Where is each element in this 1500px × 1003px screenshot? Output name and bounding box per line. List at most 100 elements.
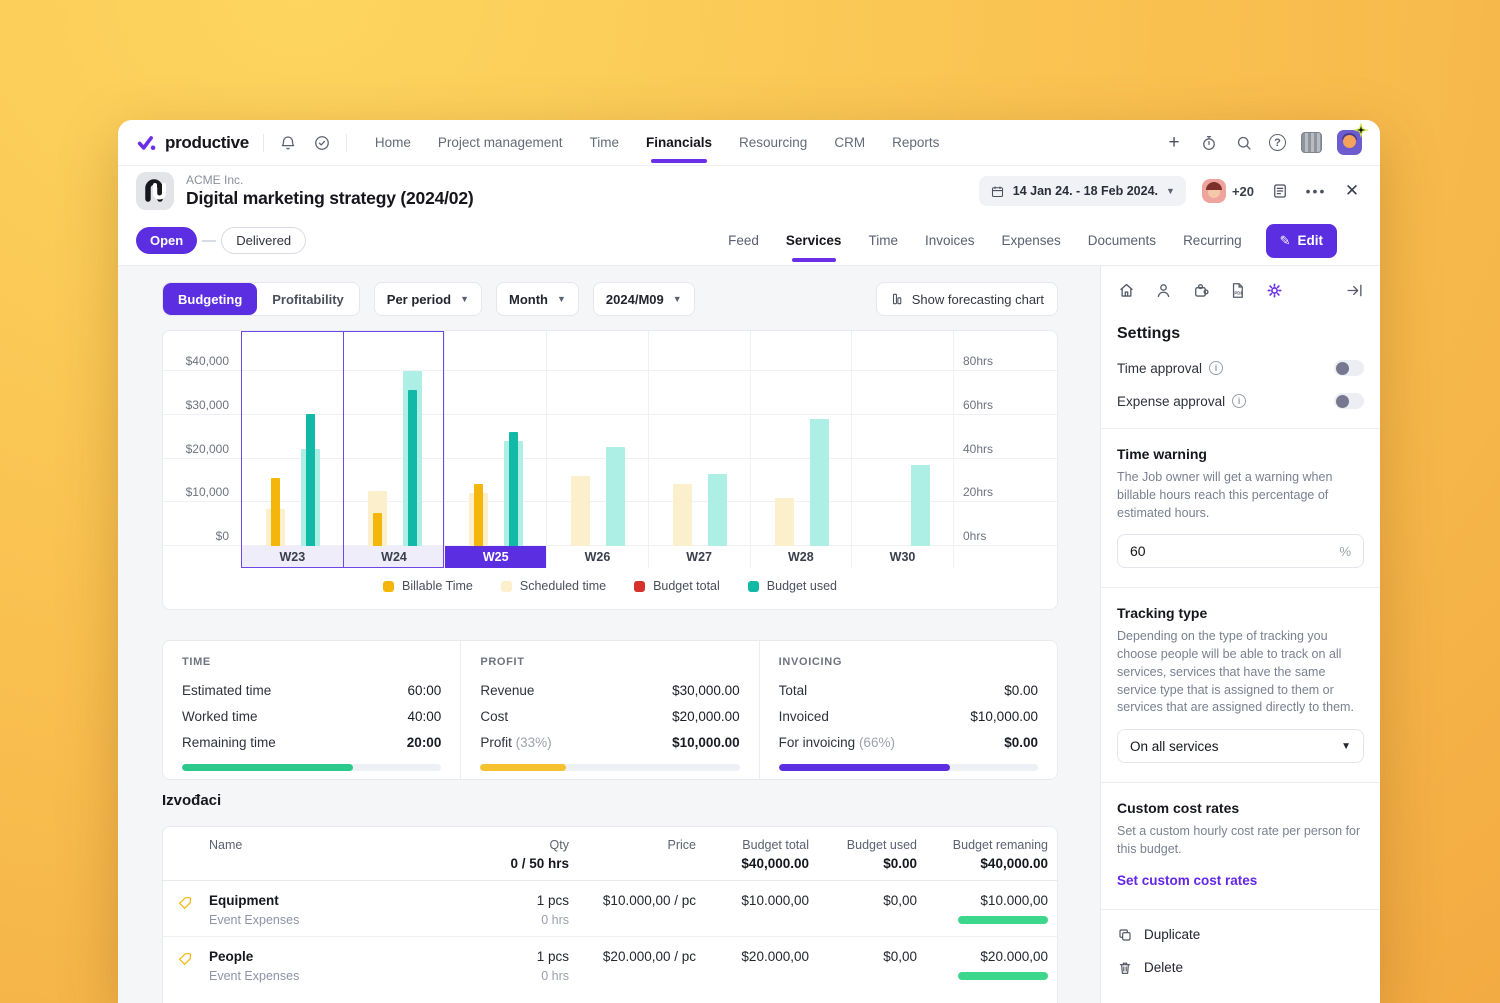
summary-row-value: $0.00 (1004, 735, 1038, 750)
table-row-equipment[interactable]: EquipmentEvent Expenses1 pcs0 hrs$10.000… (163, 881, 1057, 936)
nav-item-financials[interactable]: Financials (646, 120, 712, 166)
svg-text:PDF: PDF (1234, 290, 1243, 295)
column-header-name: Name (209, 838, 463, 852)
granularity-dropdown[interactable]: Month ▼ (496, 282, 579, 316)
duplicate-button[interactable]: Duplicate (1117, 927, 1364, 943)
toggle-time-approval[interactable] (1334, 360, 1364, 376)
show-forecasting-chart-button[interactable]: Show forecasting chart (876, 282, 1058, 316)
qty-cell: 1 pcs0 hrs (463, 949, 571, 983)
pdf-export-icon[interactable]: PDF (1228, 281, 1247, 300)
notifications-bell-icon[interactable] (278, 133, 298, 153)
user-avatar[interactable] (1337, 130, 1362, 155)
nav-item-reports[interactable]: Reports (892, 120, 939, 166)
tab-services[interactable]: Services (786, 216, 842, 266)
organization-icon[interactable] (1301, 132, 1322, 153)
member-avatar (1202, 179, 1226, 203)
price-cell: $10.000,00 / pc (571, 893, 698, 908)
status-badge-delivered[interactable]: Delivered (221, 227, 306, 254)
setting-label: Expense approval (1117, 394, 1225, 409)
settings-gear-icon[interactable] (1265, 281, 1284, 300)
column-header-total: $0.00 (811, 856, 917, 871)
edit-button[interactable]: ✎ Edit (1266, 224, 1337, 258)
y-axis-tick: $30,000 (167, 398, 229, 412)
tab-feed[interactable]: Feed (728, 216, 759, 266)
integrations-puzzle-icon[interactable] (1191, 281, 1210, 300)
segment-budgeting[interactable]: Budgeting (163, 283, 257, 315)
bar-budget-used-w24 (408, 390, 417, 546)
nav-item-home[interactable]: Home (375, 120, 411, 166)
forecast-button-label: Show forecasting chart (912, 292, 1044, 307)
week-label-w26[interactable]: W26 (546, 546, 648, 568)
more-options-icon[interactable]: ••• (1306, 181, 1326, 201)
nav-item-resourcing[interactable]: Resourcing (739, 120, 807, 166)
close-icon[interactable]: ✕ (1342, 181, 1362, 201)
tab-documents[interactable]: Documents (1088, 216, 1156, 266)
tab-time[interactable]: Time (868, 216, 898, 266)
gridline (953, 331, 954, 546)
tab-expenses[interactable]: Expenses (1001, 216, 1060, 266)
timer-icon[interactable] (1199, 133, 1219, 153)
service-category: Event Expenses (209, 969, 461, 983)
bar-chart-icon (890, 292, 904, 306)
nav-item-project-management[interactable]: Project management (438, 120, 563, 166)
custom-cost-rates-title: Custom cost rates (1117, 800, 1364, 816)
person-icon[interactable] (1154, 281, 1173, 300)
nav-item-time[interactable]: Time (590, 120, 620, 166)
summary-row-for-invoicing: For invoicing (66%)$0.00 (779, 729, 1038, 755)
week-label-w23[interactable]: W23 (241, 546, 343, 568)
summary-row-value: $30,000.00 (672, 683, 740, 698)
collapse-sidebar-icon[interactable] (1345, 281, 1364, 300)
week-label-w30[interactable]: W30 (851, 546, 953, 568)
legend-swatch (748, 581, 759, 592)
member-avatars[interactable]: +20 (1202, 179, 1254, 203)
info-icon[interactable]: i (1209, 361, 1223, 375)
help-icon[interactable]: ? (1269, 134, 1286, 151)
nav-item-crm[interactable]: CRM (834, 120, 865, 166)
column-header-budget-used: Budget used$0.00 (811, 838, 919, 871)
summary-row-value: 40:00 (408, 709, 442, 724)
notes-icon[interactable] (1270, 181, 1290, 201)
tab-recurring[interactable]: Recurring (1183, 216, 1242, 266)
bar-budget-used-w23 (306, 414, 315, 546)
tasks-check-circle-icon[interactable] (312, 133, 332, 153)
price-value: $20.000,00 / pc (571, 949, 696, 964)
delete-button[interactable]: Delete (1117, 960, 1364, 976)
services-section-title: Izvođaci (162, 792, 221, 809)
info-icon[interactable]: i (1232, 394, 1246, 408)
budget-toolbar: Budgeting Profitability Per period ▼ Mon… (162, 282, 1058, 316)
summary-row-label: Cost (480, 709, 508, 724)
segment-profitability[interactable]: Profitability (257, 283, 359, 315)
week-label-w24[interactable]: W24 (343, 546, 445, 568)
status-badge-open[interactable]: Open (136, 227, 197, 254)
legend-label: Billable Time (402, 579, 473, 593)
home-icon[interactable] (1117, 281, 1136, 300)
search-icon[interactable] (1234, 133, 1254, 153)
service-name: People (209, 949, 461, 964)
time-warning-input[interactable] (1130, 543, 1339, 559)
tracking-type-select[interactable]: On all services ▼ (1117, 729, 1364, 763)
calendar-icon (990, 184, 1005, 199)
period-dropdown[interactable]: 2024/M09 ▼ (593, 282, 695, 316)
date-range-picker[interactable]: 14 Jan 24. - 18 Feb 2024. ▼ (979, 176, 1186, 206)
summary-row-profit: Profit (33%)$10,000.00 (480, 729, 739, 755)
summary-row-estimated-time: Estimated time60:00 (182, 677, 441, 703)
settings-title: Settings (1117, 325, 1364, 343)
week-label-w25[interactable]: W25 (444, 546, 546, 568)
table-row-people[interactable]: People Event Expenses1 pcs0 hrs$20.000,00… (163, 936, 1057, 991)
toggle-knob (1336, 362, 1349, 375)
bar-scheduled-time-w27 (673, 484, 692, 546)
week-label-w27[interactable]: W27 (648, 546, 750, 568)
week-label-w28[interactable]: W28 (750, 546, 852, 568)
action-label: Duplicate (1144, 927, 1200, 942)
add-plus-icon[interactable]: + (1164, 133, 1184, 153)
content-area: Budgeting Profitability Per period ▼ Mon… (118, 266, 1380, 1003)
toggle-expense-approval[interactable] (1334, 393, 1364, 409)
per-period-dropdown[interactable]: Per period ▼ (374, 282, 482, 316)
gridline (750, 331, 751, 546)
budget-used-cell: $0,00 (811, 949, 919, 964)
set-custom-cost-rates-link[interactable]: Set custom cost rates (1117, 873, 1257, 888)
top-navigation-bar: productive Home Project management Time Fin… (118, 120, 1380, 166)
productive-logo[interactable]: productive (136, 132, 249, 154)
week-label-empty (953, 546, 1057, 568)
tab-invoices[interactable]: Invoices (925, 216, 975, 266)
